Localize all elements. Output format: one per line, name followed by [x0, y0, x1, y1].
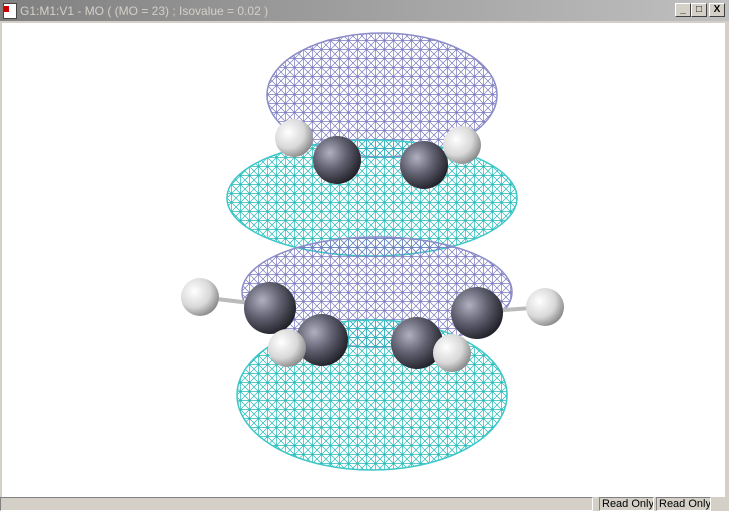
window-title: G1:M1:V1 - MO ( (MO = 23) ; Isovalue = 0… — [20, 3, 269, 18]
close-button[interactable]: X — [709, 3, 725, 17]
app-icon — [3, 2, 17, 19]
title-bar[interactable]: G1:M1:V1 - MO ( (MO = 23) ; Isovalue = 0… — [0, 0, 729, 22]
status-cell-read-only: Read Only — [599, 497, 654, 511]
orbital-render — [181, 32, 564, 471]
status-bar: Read Only Read Only — [0, 497, 729, 511]
status-cell-read-only: Read Only — [656, 497, 711, 511]
molecule-viewport[interactable] — [2, 23, 727, 497]
minimize-button[interactable]: _ — [675, 3, 691, 17]
resize-grip-icon[interactable] — [713, 497, 727, 511]
status-message — [0, 497, 593, 511]
maximize-button[interactable]: □ — [691, 3, 707, 17]
